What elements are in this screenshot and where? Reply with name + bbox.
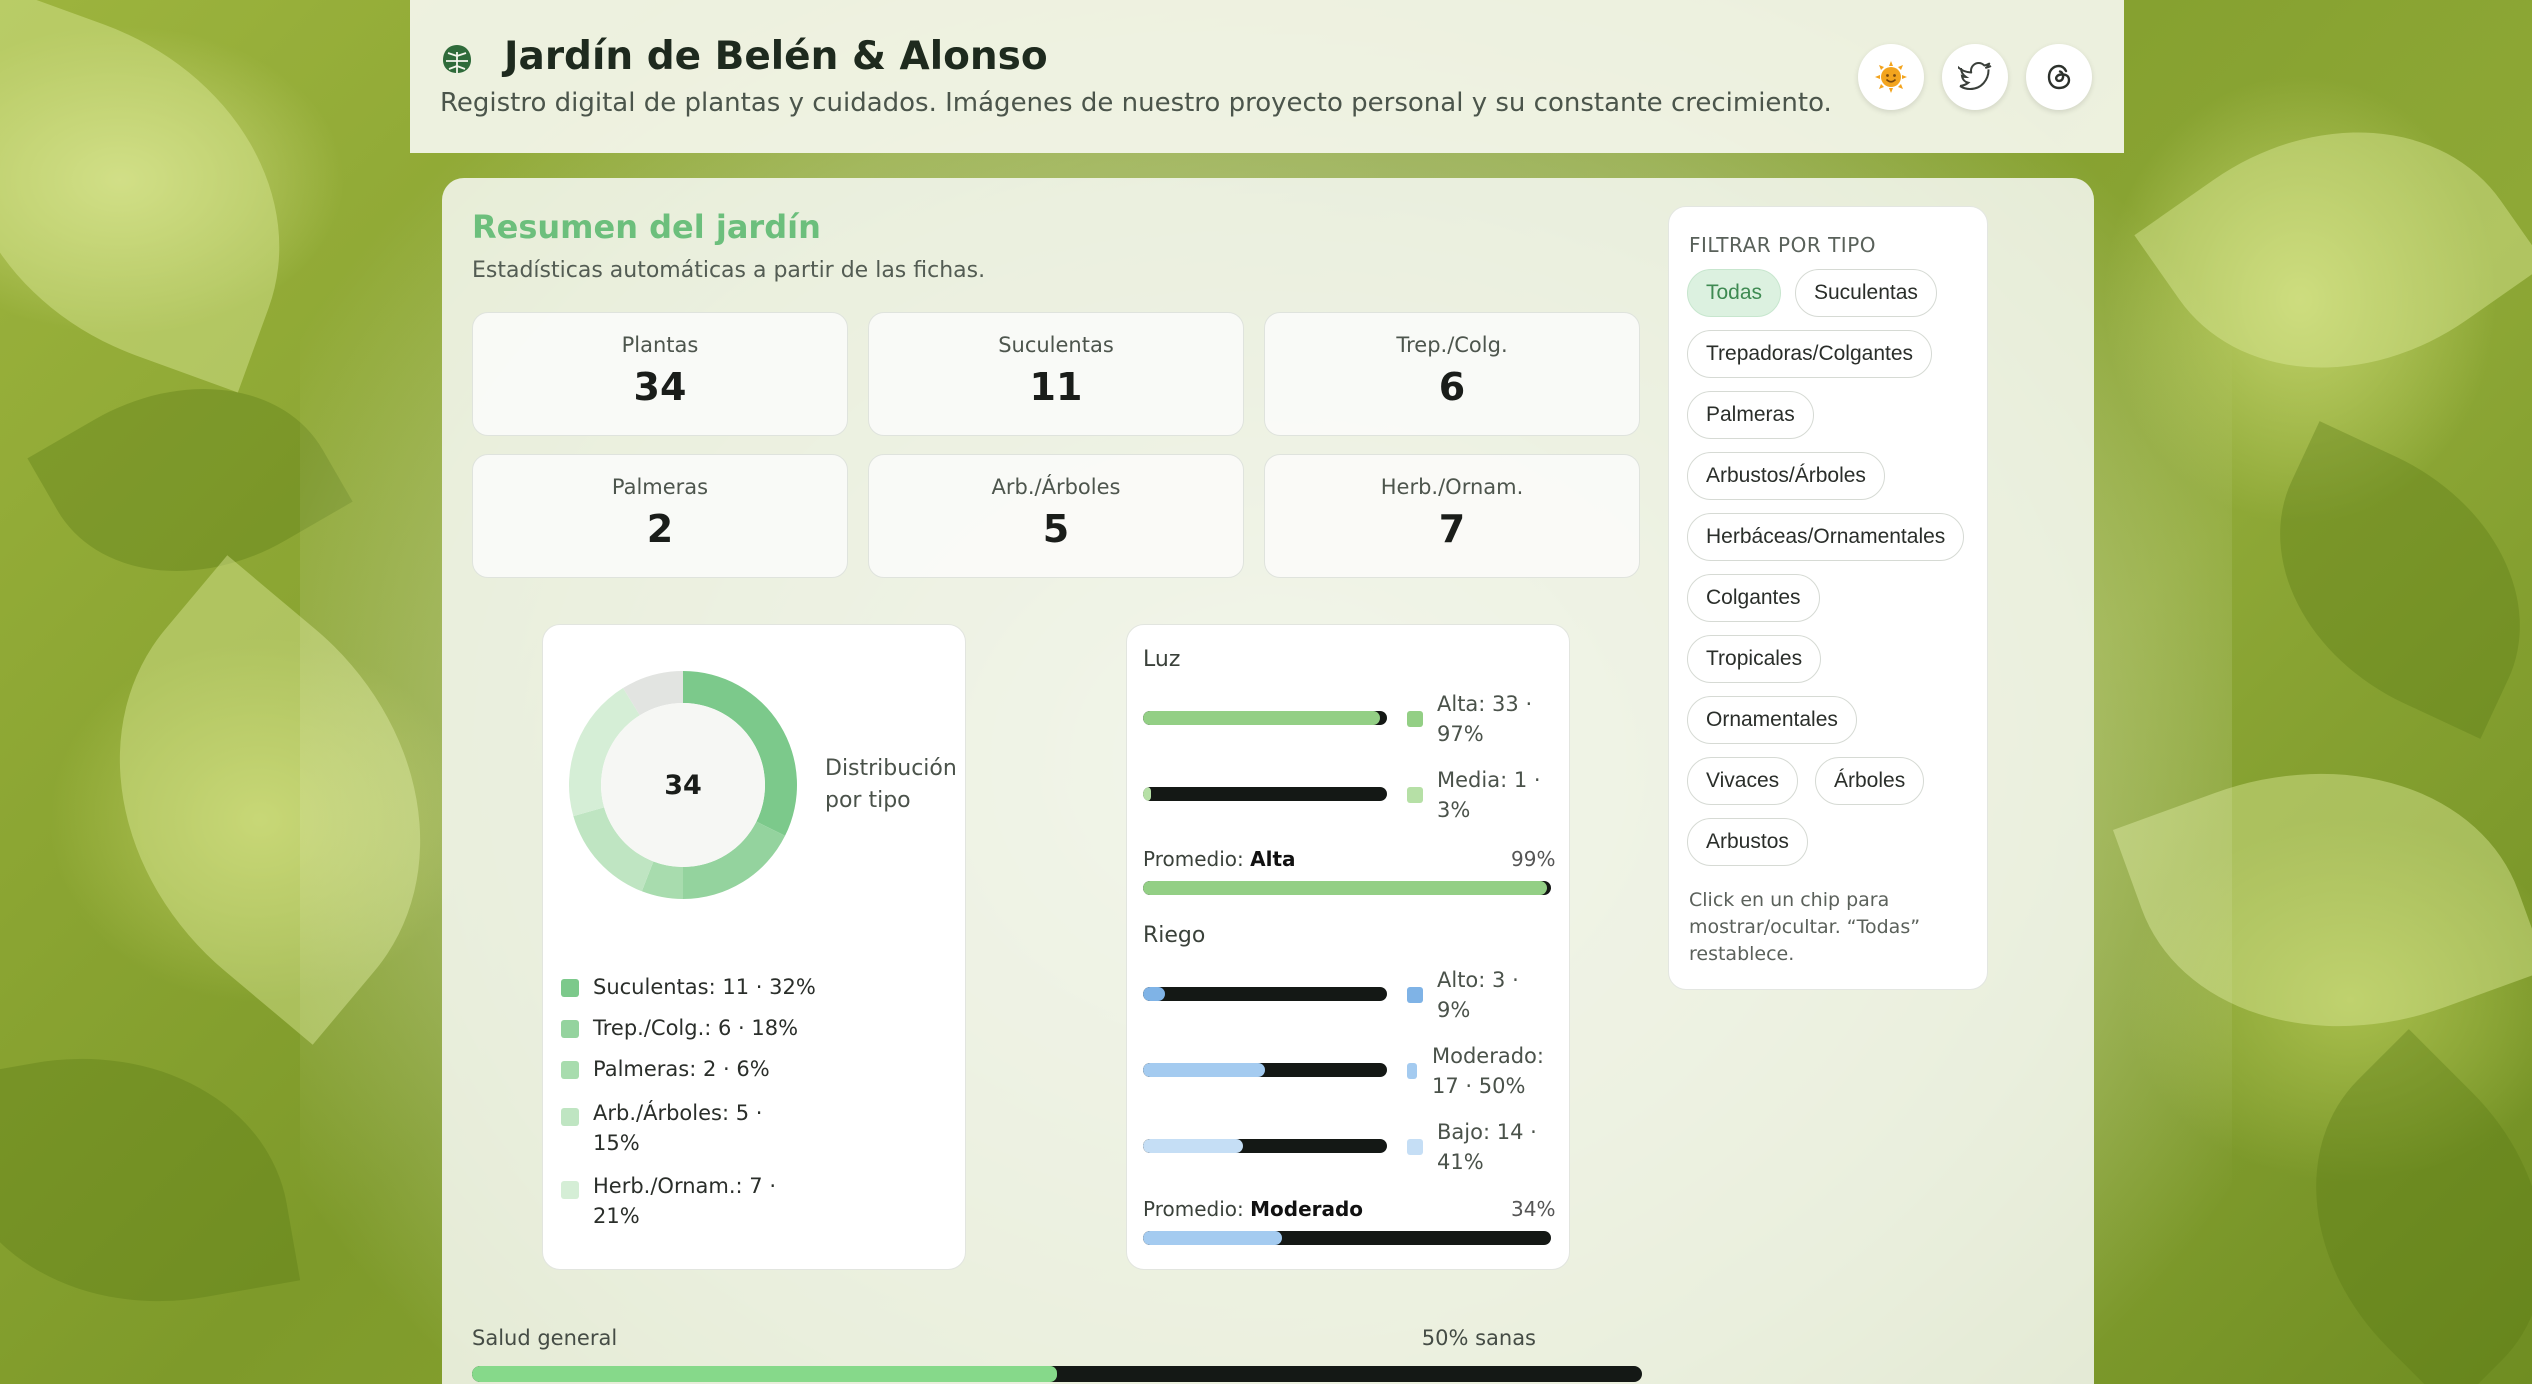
stat-card-trepadoras: Trep./Colg. 6	[1264, 312, 1640, 436]
light-average: Promedio: Alta	[1143, 847, 1296, 871]
legend-swatch	[561, 1061, 579, 1079]
water-bajo-label: Bajo: 14 · 41%	[1437, 1120, 1537, 1174]
light-alta-label: Alta: 33 · 97%	[1437, 692, 1533, 746]
light-alta-bar	[1143, 711, 1387, 725]
stat-value: 2	[646, 507, 674, 551]
filter-title: FILTRAR POR TIPO	[1689, 233, 1877, 257]
chip-herbaceas-ornamentales[interactable]: Herbáceas/Ornamentales	[1687, 513, 1965, 561]
legend-label: Trep./Colg.: 6 · 18%	[593, 1016, 799, 1040]
legend-item: Palmeras: 2 · 6%	[561, 1057, 770, 1081]
light-alta-swatch	[1407, 711, 1423, 727]
stat-label: Arb./Árboles	[991, 475, 1121, 499]
threads-button[interactable]	[2026, 44, 2092, 110]
stat-label: Trep./Colg.	[1396, 333, 1508, 357]
health-label: Salud general	[472, 1326, 618, 1350]
legend-item: Trep./Colg.: 6 · 18%	[561, 1016, 798, 1040]
health-value: 50% sanas	[1421, 1326, 1536, 1350]
water-moderado-swatch	[1407, 1063, 1417, 1079]
chip-todas[interactable]: Todas	[1687, 269, 1782, 317]
stat-card-palmeras: Palmeras 2	[472, 454, 848, 578]
monstera-leaf-icon	[443, 45, 471, 73]
legend-item: Suculentas: 11 · 32%	[561, 975, 816, 999]
stat-value: 5	[1042, 507, 1070, 551]
legend-item: Arb./Árboles: 5 · 15%	[561, 1098, 791, 1158]
theme-button[interactable]	[1858, 44, 1924, 110]
light-average-value: Alta	[1250, 847, 1296, 871]
water-moderado-bar	[1143, 1063, 1387, 1077]
light-average-bar	[1143, 881, 1551, 895]
stat-card-arboles: Arb./Árboles 5	[868, 454, 1244, 578]
chip-colgantes[interactable]: Colgantes	[1687, 574, 1820, 622]
site-header: Jardín de Belén & Alonso Registro digita…	[410, 0, 2124, 153]
stat-card-plantas: Plantas 34	[472, 312, 848, 436]
summary-description: Estadísticas automáticas a partir de las…	[472, 258, 986, 283]
chip-arbustos-arboles[interactable]: Arbustos/Árboles	[1687, 452, 1885, 500]
chip-ornamentales[interactable]: Ornamentales	[1687, 696, 1857, 744]
chip-arbustos[interactable]: Arbustos	[1687, 818, 1808, 866]
chip-vivaces[interactable]: Vivaces	[1687, 757, 1799, 805]
legend-label: Suculentas: 11 · 32%	[593, 975, 816, 999]
legend-label: Herb./Ornam.: 7 · 21%	[593, 1174, 776, 1228]
light-average-label: Promedio:	[1143, 847, 1244, 871]
filter-hint: Click en un chip para mostrar/ocultar. “…	[1689, 889, 1921, 965]
type-distribution-card: 34 Distribución por tipo Suculentas: 11 …	[542, 624, 966, 1270]
water-average: Promedio: Moderado	[1143, 1197, 1363, 1221]
stat-label: Plantas	[621, 333, 699, 357]
legend-swatch	[561, 1108, 579, 1126]
chip-suculentas[interactable]: Suculentas	[1795, 269, 1937, 317]
type-filter-panel: FILTRAR POR TIPO Todas Suculentas Trepad…	[1668, 206, 1988, 990]
stat-value: 7	[1438, 507, 1466, 551]
summary-panel: Resumen del jardín Estadísticas automáti…	[442, 178, 2094, 1384]
water-average-value: Moderado	[1250, 1197, 1364, 1221]
summary-title: Resumen del jardín	[472, 208, 821, 246]
water-alto-bar	[1143, 987, 1387, 1001]
health-bar	[472, 1366, 1642, 1382]
stat-label: Herb./Ornam.	[1380, 475, 1524, 499]
stat-value: 34	[633, 365, 687, 409]
chip-palmeras[interactable]: Palmeras	[1687, 391, 1814, 439]
legend-swatch	[561, 1181, 579, 1199]
chip-trepadoras-colgantes[interactable]: Trepadoras/Colgantes	[1687, 330, 1933, 378]
legend-swatch	[561, 979, 579, 997]
page-title: Jardín de Belén & Alonso	[504, 34, 1048, 79]
stat-card-suculentas: Suculentas 11	[868, 312, 1244, 436]
sun-face-icon	[1875, 61, 1907, 93]
donut-center-total: 34	[664, 769, 702, 801]
water-average-pct: 34%	[1511, 1197, 1556, 1221]
water-title: Riego	[1143, 923, 1206, 948]
stat-label: Suculentas	[998, 333, 1114, 357]
legend-swatch	[561, 1020, 579, 1038]
water-alto-label: Alto: 3 · 9%	[1437, 968, 1519, 1022]
stat-value: 6	[1438, 365, 1466, 409]
light-average-pct: 99%	[1511, 847, 1556, 871]
water-bajo-bar	[1143, 1139, 1387, 1153]
twitter-button[interactable]	[1942, 44, 2008, 110]
stat-card-herbaceas: Herb./Ornam. 7	[1264, 454, 1640, 578]
water-alto-swatch	[1407, 987, 1423, 1003]
chip-tropicales[interactable]: Tropicales	[1687, 635, 1822, 683]
threads-icon	[2047, 64, 2071, 90]
water-bajo-swatch	[1407, 1139, 1423, 1155]
light-media-label: Media: 1 · 3%	[1437, 768, 1541, 822]
light-title: Luz	[1143, 647, 1181, 672]
light-media-bar	[1143, 787, 1387, 801]
legend-label: Palmeras: 2 · 6%	[593, 1057, 770, 1081]
chip-arboles[interactable]: Árboles	[1815, 757, 1925, 805]
twitter-bird-icon	[1958, 62, 1992, 91]
water-average-bar	[1143, 1231, 1551, 1245]
water-moderado-label: Moderado: 17 · 50%	[1432, 1044, 1544, 1098]
page-subtitle: Registro digital de plantas y cuidados. …	[440, 88, 1832, 118]
water-average-label: Promedio:	[1143, 1197, 1244, 1221]
legend-item: Herb./Ornam.: 7 · 21%	[561, 1171, 791, 1231]
stat-label: Palmeras	[611, 475, 709, 499]
legend-label: Arb./Árboles: 5 · 15%	[593, 1101, 763, 1155]
stat-value: 11	[1029, 365, 1083, 409]
light-water-card: Luz Alta: 33 · 97% Media: 1 · 3% Promedi…	[1126, 624, 1570, 1270]
donut-caption: Distribución por tipo	[825, 756, 957, 813]
light-media-swatch	[1407, 787, 1423, 803]
